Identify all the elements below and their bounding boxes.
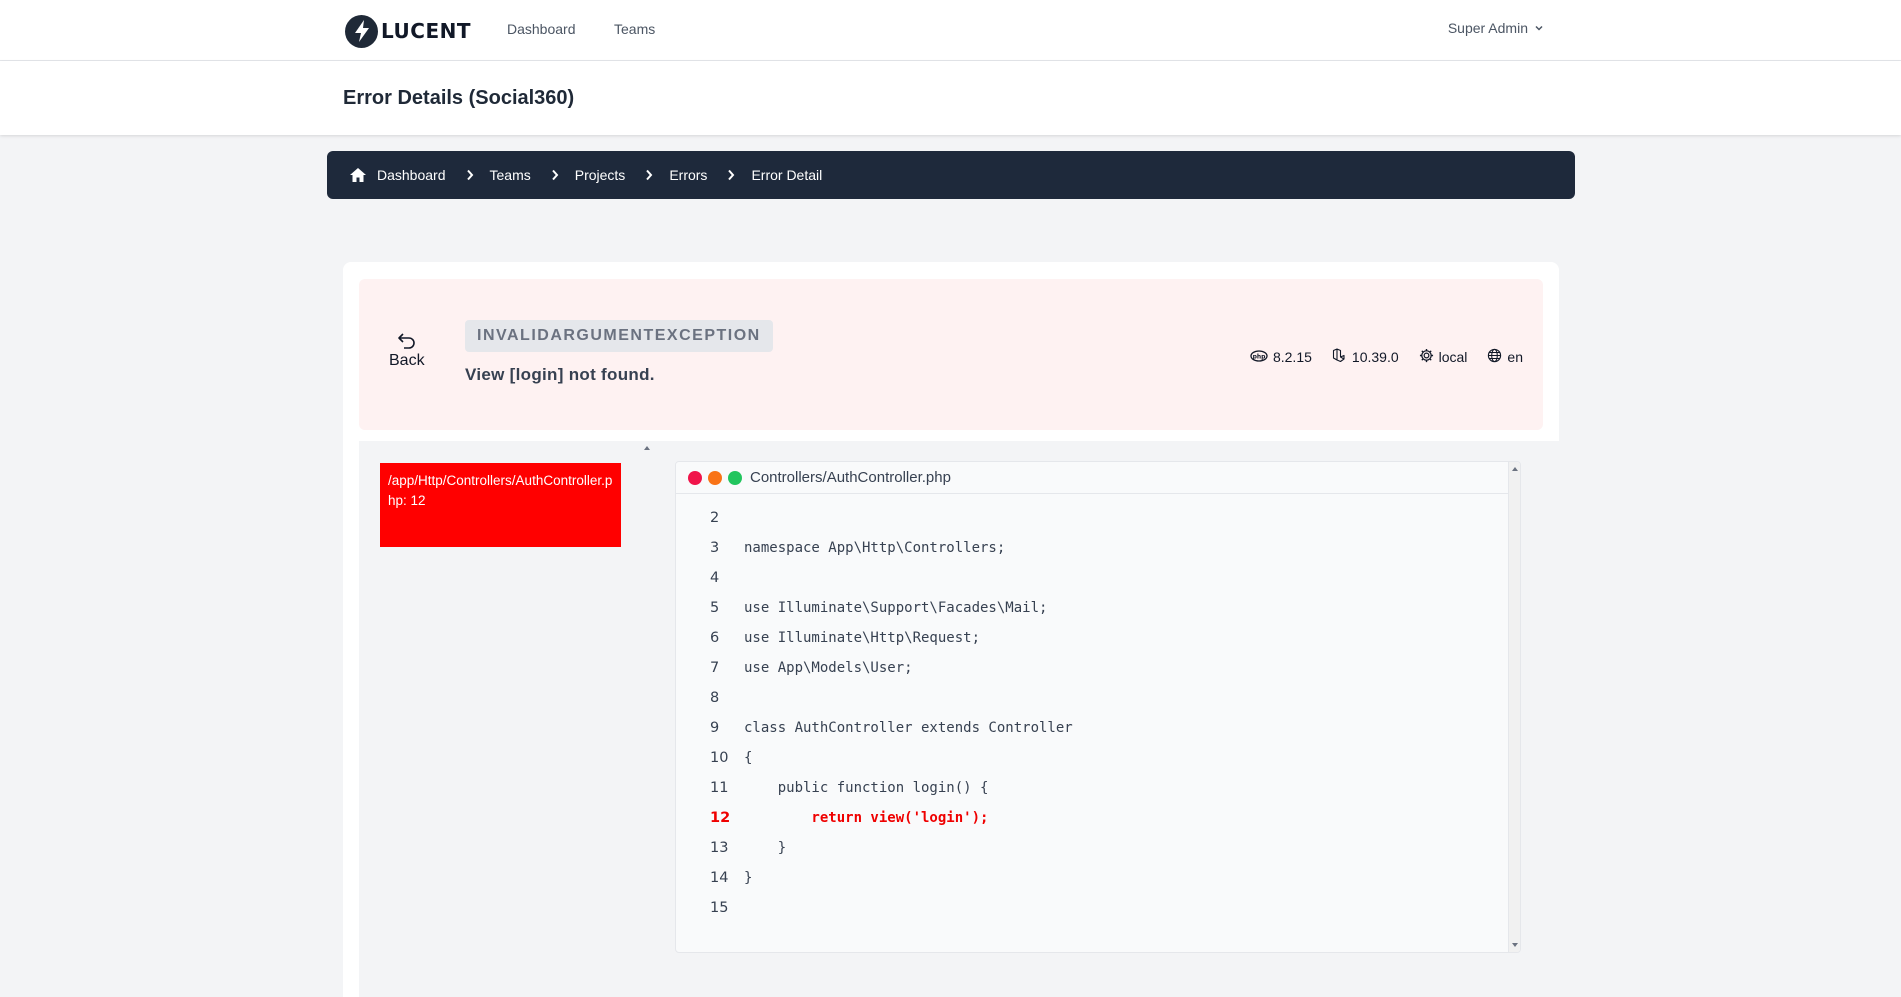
chevron-down-icon <box>1534 20 1544 36</box>
php-version: php 8.2.15 <box>1250 349 1312 365</box>
code-line: 5 use Illuminate\Support\Facades\Mail; <box>676 593 1510 623</box>
line-number: 8 <box>710 690 720 706</box>
breadcrumb-errors[interactable]: Errors <box>669 167 707 183</box>
code-line-highlighted: 12 return view('login'); <box>676 803 1510 833</box>
back-label: Back <box>389 352 425 369</box>
line-number: 13 <box>710 840 729 856</box>
php-icon: php <box>1250 349 1268 365</box>
code-text: use App\Models\User; <box>744 660 913 676</box>
code-line: 11 public function login() { <box>676 773 1510 803</box>
line-number: 7 <box>710 660 720 676</box>
code-line: 13 } <box>676 833 1510 863</box>
code-filename: Controllers/AuthController.php <box>750 469 951 486</box>
top-navbar: LUCENT Dashboard Teams Super Admin <box>0 0 1901 61</box>
nav-link-dashboard[interactable]: Dashboard <box>507 21 576 37</box>
window-maximize-dot <box>728 470 742 485</box>
code-line: 2 <box>676 503 1510 533</box>
window-minimize-dot <box>708 470 722 485</box>
code-line: 6 use Illuminate\Http\Request; <box>676 623 1510 653</box>
code-text: { <box>744 750 753 766</box>
code-text: use Illuminate\Http\Request; <box>744 630 981 646</box>
page-header: Error Details (Social360) <box>0 61 1901 135</box>
code-line: 3 namespace App\Http\Controllers; <box>676 533 1510 563</box>
logo-text: LUCENT <box>381 19 471 43</box>
globe-icon <box>1487 348 1502 366</box>
line-number: 10 <box>710 750 729 766</box>
breadcrumb-projects[interactable]: Projects <box>575 167 626 183</box>
laravel-version-text: 10.39.0 <box>1351 349 1399 365</box>
stack-scrollbar[interactable] <box>641 441 653 997</box>
exception-type-badge: INVALIDARGUMENTEXCEPTION <box>465 320 773 352</box>
line-number: 5 <box>710 600 720 616</box>
code-line: 10 { <box>676 743 1510 773</box>
code-line: 9 class AuthController extends Controller <box>676 713 1510 743</box>
nav-link-teams[interactable]: Teams <box>614 21 655 37</box>
code-titlebar: Controllers/AuthController.php <box>676 462 1520 494</box>
error-summary: Back INVALIDARGUMENTEXCEPTION View [logi… <box>359 279 1543 430</box>
code-text: } <box>744 870 753 886</box>
line-number: 6 <box>710 630 720 646</box>
page-title: Error Details (Social360) <box>343 87 575 109</box>
chevron-right-icon <box>466 169 474 181</box>
window-close-dot <box>688 470 702 485</box>
php-version-text: 8.2.15 <box>1272 349 1312 365</box>
line-number: 14 <box>710 870 729 886</box>
stack-frame-item[interactable]: /app/Http/Controllers/AuthController.php… <box>380 463 621 547</box>
breadcrumb: Dashboard Teams Projects Errors Error De… <box>327 151 1575 199</box>
breadcrumb-teams[interactable]: Teams <box>490 167 531 183</box>
gear-icon <box>1419 348 1434 366</box>
chevron-right-icon <box>551 169 559 181</box>
exception-message: View [login] not found. <box>465 365 655 384</box>
back-button[interactable]: Back <box>389 330 425 370</box>
code-text: class AuthController extends Controller <box>744 720 1073 736</box>
user-name: Super Admin <box>1447 20 1528 36</box>
line-number: 3 <box>710 540 720 556</box>
lightning-bolt-icon <box>345 14 378 48</box>
code-body: 2 3 namespace App\Http\Controllers; 4 5 use I… <box>676 503 1510 923</box>
code-text: use Illuminate\Support\Facades\Mail; <box>744 600 1048 616</box>
environment-text: local <box>1438 349 1468 365</box>
code-text: namespace App\Http\Controllers; <box>744 540 1006 556</box>
code-text: public function login() { <box>744 780 989 796</box>
line-number: 2 <box>710 510 720 526</box>
chevron-right-icon <box>727 169 735 181</box>
code-line: 15 <box>676 893 1510 923</box>
laravel-version: 10.39.0 <box>1332 348 1399 366</box>
home-icon[interactable] <box>349 167 367 183</box>
scroll-down-icon[interactable] <box>1512 943 1518 947</box>
stack-trace-panel: /app/Http/Controllers/AuthController.php… <box>359 441 653 997</box>
code-line: 8 <box>676 683 1510 713</box>
code-text: } <box>744 840 787 856</box>
laravel-icon <box>1332 348 1347 366</box>
chevron-right-icon <box>645 169 653 181</box>
line-number: 12 <box>710 810 731 826</box>
scroll-up-icon[interactable] <box>1512 467 1518 471</box>
line-number: 9 <box>710 720 720 736</box>
code-line: 4 <box>676 563 1510 593</box>
svg-text:php: php <box>1253 353 1267 360</box>
breadcrumb-dashboard[interactable]: Dashboard <box>377 167 446 183</box>
line-number: 15 <box>710 900 729 916</box>
line-number: 11 <box>710 780 729 796</box>
code-scrollbar[interactable] <box>1508 462 1520 952</box>
logo[interactable]: LUCENT <box>345 14 471 48</box>
scroll-up-icon[interactable] <box>644 446 650 450</box>
user-menu[interactable]: Super Admin <box>1448 20 1544 36</box>
environment-meta: php 8.2.15 10.39.0 local en <box>1250 348 1523 366</box>
error-card: Back INVALIDARGUMENTEXCEPTION View [logi… <box>343 262 1559 997</box>
code-line: 7 use App\Models\User; <box>676 653 1510 683</box>
locale-text: en <box>1507 349 1523 365</box>
undo-arrow-icon <box>389 330 425 352</box>
breadcrumb-error-detail: Error Detail <box>751 167 823 183</box>
locale: en <box>1487 348 1523 366</box>
environment: local <box>1419 348 1468 366</box>
code-area: Controllers/AuthController.php 2 3 namespa… <box>653 441 1559 997</box>
code-text: return view('login'); <box>744 810 989 826</box>
line-number: 4 <box>710 570 720 586</box>
code-viewer: Controllers/AuthController.php 2 3 namespa… <box>675 461 1521 953</box>
code-line: 14} <box>676 863 1510 893</box>
